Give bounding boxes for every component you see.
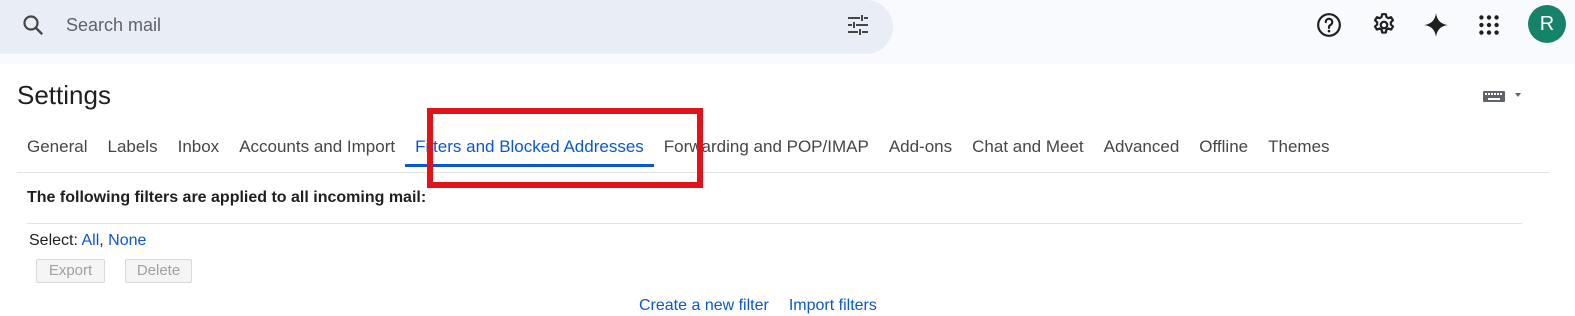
tab-accounts-and-import[interactable]: Accounts and Import <box>229 133 405 167</box>
delete-button[interactable]: Delete <box>125 259 192 283</box>
filter-actions: Create a new filter Import filters <box>639 296 877 316</box>
gemini-sparkle-icon[interactable] <box>1423 12 1449 38</box>
tab-add-ons[interactable]: Add-ons <box>879 133 962 167</box>
search-bar[interactable]: Search mail <box>0 0 893 54</box>
import-filters-link[interactable]: Import filters <box>789 297 877 314</box>
help-icon[interactable] <box>1316 12 1342 38</box>
select-label: Select: <box>29 232 78 249</box>
tab-filters-and-blocked-addresses[interactable]: Filters and Blocked Addresses <box>405 133 654 167</box>
apps-grid-icon[interactable] <box>1476 12 1502 38</box>
select-row: Select: All, None <box>29 231 146 251</box>
export-button[interactable]: Export <box>36 259 105 283</box>
search-icon[interactable] <box>21 13 45 37</box>
account-avatar[interactable]: R <box>1528 5 1566 43</box>
filters-description: The following filters are applied to all… <box>27 189 427 206</box>
tab-forwarding-and-pop-imap[interactable]: Forwarding and POP/IMAP <box>654 133 879 167</box>
section-divider <box>27 223 1522 224</box>
tab-offline[interactable]: Offline <box>1189 133 1258 167</box>
tab-themes[interactable]: Themes <box>1258 133 1339 167</box>
tab-chat-and-meet[interactable]: Chat and Meet <box>962 133 1094 167</box>
settings-tabs: General Labels Inbox Accounts and Import… <box>17 133 1340 167</box>
keyboard-icon[interactable] <box>1483 89 1527 103</box>
tabs-divider <box>17 172 1550 173</box>
tab-general[interactable]: General <box>17 133 97 167</box>
select-none-link[interactable]: None <box>108 232 146 249</box>
select-all-link[interactable]: All <box>81 232 99 249</box>
select-separator: , <box>99 232 104 249</box>
tab-advanced[interactable]: Advanced <box>1094 133 1190 167</box>
create-filter-link[interactable]: Create a new filter <box>639 297 769 314</box>
page-title: Settings <box>17 80 111 110</box>
top-bar: Search mail R <box>0 0 1575 64</box>
settings-panel: Settings General Labels Inbox Accounts a… <box>0 64 1575 314</box>
tab-inbox[interactable]: Inbox <box>168 133 230 167</box>
tune-icon[interactable] <box>846 13 870 37</box>
settings-gear-icon[interactable] <box>1371 12 1397 38</box>
tab-labels[interactable]: Labels <box>97 133 167 167</box>
search-input[interactable]: Search mail <box>66 13 161 37</box>
